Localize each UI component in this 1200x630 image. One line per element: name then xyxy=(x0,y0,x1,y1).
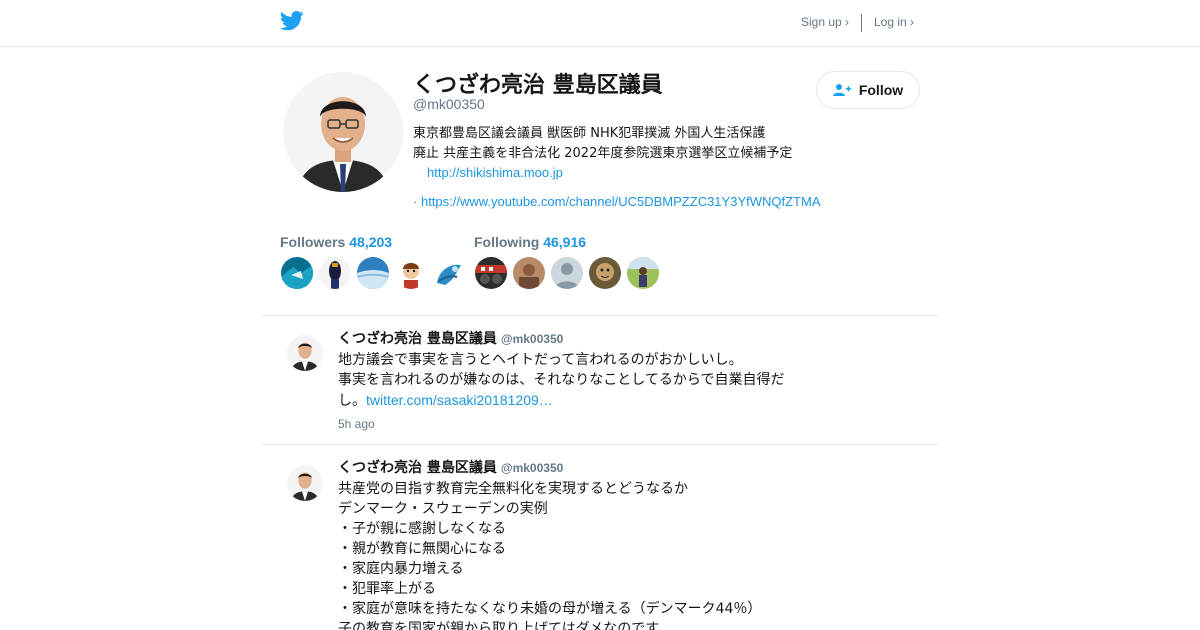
tweet-text: 共産党の目指す教育完全無料化を実現するとどうなるか デンマーク・スウェーデンの実… xyxy=(338,479,798,630)
tweet-author-handle: @mk00350 xyxy=(500,332,564,346)
follower-avatar[interactable] xyxy=(627,257,659,289)
follower-avatar[interactable] xyxy=(551,257,583,289)
tweet-line: 子の教育を国家が親から取り上げてはダメなのです xyxy=(338,621,660,630)
signup-link[interactable]: Sign up › xyxy=(801,15,849,29)
follower-avatar[interactable] xyxy=(513,257,545,289)
followers-count: 48,203 xyxy=(349,234,393,250)
youtube-link[interactable]: https://www.youtube.com/channel/UC5DBMPZ… xyxy=(421,194,821,209)
followers-label: Followers xyxy=(280,234,346,250)
followers-stat[interactable]: Followers 48,203 xyxy=(280,234,392,250)
tweet-line: ・子が親に感謝しなくなる xyxy=(338,521,506,537)
bullet-dot: · xyxy=(413,194,418,209)
twitter-bird-icon[interactable] xyxy=(280,11,304,31)
tweet-avatar[interactable] xyxy=(287,335,323,371)
tweet-line: 共産党の目指す教育完全無料化を実現するとどうなるか xyxy=(338,481,688,497)
tweet-timestamp[interactable]: 5h ago xyxy=(338,417,375,431)
follower-avatar[interactable] xyxy=(319,257,351,289)
add-user-icon xyxy=(832,84,851,96)
section-divider xyxy=(260,315,940,316)
following-label: Following xyxy=(474,234,540,250)
follower-avatar[interactable] xyxy=(589,257,621,289)
follower-avatar[interactable] xyxy=(357,257,389,289)
tweet-avatar[interactable] xyxy=(287,465,323,501)
tweet-line: ・犯罪率上がる xyxy=(338,581,436,597)
tweet-line: ・家庭内暴力増える xyxy=(338,561,464,577)
tweet-line: 事実を言われるのが嫌なのは、それなりなことしてるからで自業自得だ xyxy=(338,372,785,388)
follower-avatar[interactable] xyxy=(475,257,507,289)
tweet-author-name: くつざわ亮治 豊島区議員 xyxy=(338,460,497,476)
tweet-line: 地方議会で事実を言うとヘイトだって言われるのがおかしいし。 xyxy=(338,352,743,368)
bio-line: 東京都豊島区議会議員 獣医師 NHK犯罪撲滅 外国人生活保護 xyxy=(413,126,766,141)
person-portrait-icon xyxy=(283,72,403,192)
tweet-line: し。twitter.com/sasaki20181209… xyxy=(338,390,798,411)
tweet-author[interactable]: くつざわ亮治 豊島区議員 @mk00350 xyxy=(338,457,563,477)
login-link[interactable]: Log in › xyxy=(874,15,914,29)
tweet-author-name: くつざわ亮治 豊島区議員 xyxy=(338,331,497,347)
following-stat[interactable]: Following 46,916 xyxy=(474,234,586,250)
tweet-author-handle: @mk00350 xyxy=(500,461,564,475)
person-portrait-icon xyxy=(287,465,323,501)
follower-avatar[interactable] xyxy=(395,257,427,289)
profile-handle: @mk00350 xyxy=(413,96,485,112)
tweet-text: 地方議会で事実を言うとヘイトだって言われるのがおかしいし。 事実を言われるのが嫌… xyxy=(338,350,798,411)
profile-youtube-row: · https://www.youtube.com/channel/UC5DBM… xyxy=(413,194,820,209)
profile-url-link[interactable]: http://shikishima.moo.jp xyxy=(427,165,563,180)
tweet-line: ・家庭が意味を持たなくなり未婚の母が増える（デンマーク44％） xyxy=(338,601,762,617)
follower-avatar[interactable] xyxy=(281,257,313,289)
follower-avatar[interactable] xyxy=(433,257,465,289)
tweet-line: ・親が教育に無関心になる xyxy=(338,541,506,557)
profile-bio: 東京都豊島区議会議員 獣医師 NHK犯罪撲滅 外国人生活保護 廃止 共産主義を非… xyxy=(413,124,833,164)
tweet-line-prefix: し。 xyxy=(338,393,366,409)
person-portrait-icon xyxy=(287,335,323,371)
section-divider xyxy=(260,444,940,445)
follow-button[interactable]: Follow xyxy=(816,71,920,109)
bio-line: 廃止 共産主義を非合法化 2022年度参院選東京選挙区立候補予定 xyxy=(413,146,793,161)
tweet-line: デンマーク・スウェーデンの実例 xyxy=(338,501,548,517)
profile-avatar[interactable] xyxy=(283,72,403,192)
follow-button-label: Follow xyxy=(858,82,904,98)
header-divider xyxy=(861,14,862,32)
tweet-author[interactable]: くつざわ亮治 豊島区議員 @mk00350 xyxy=(338,328,563,348)
profile-name: くつざわ亮治 豊島区議員 xyxy=(413,73,663,98)
tweet-link[interactable]: twitter.com/sasaki20181209… xyxy=(366,392,553,408)
top-bar: Sign up › Log in › xyxy=(0,0,1200,47)
following-count: 46,916 xyxy=(543,234,587,250)
